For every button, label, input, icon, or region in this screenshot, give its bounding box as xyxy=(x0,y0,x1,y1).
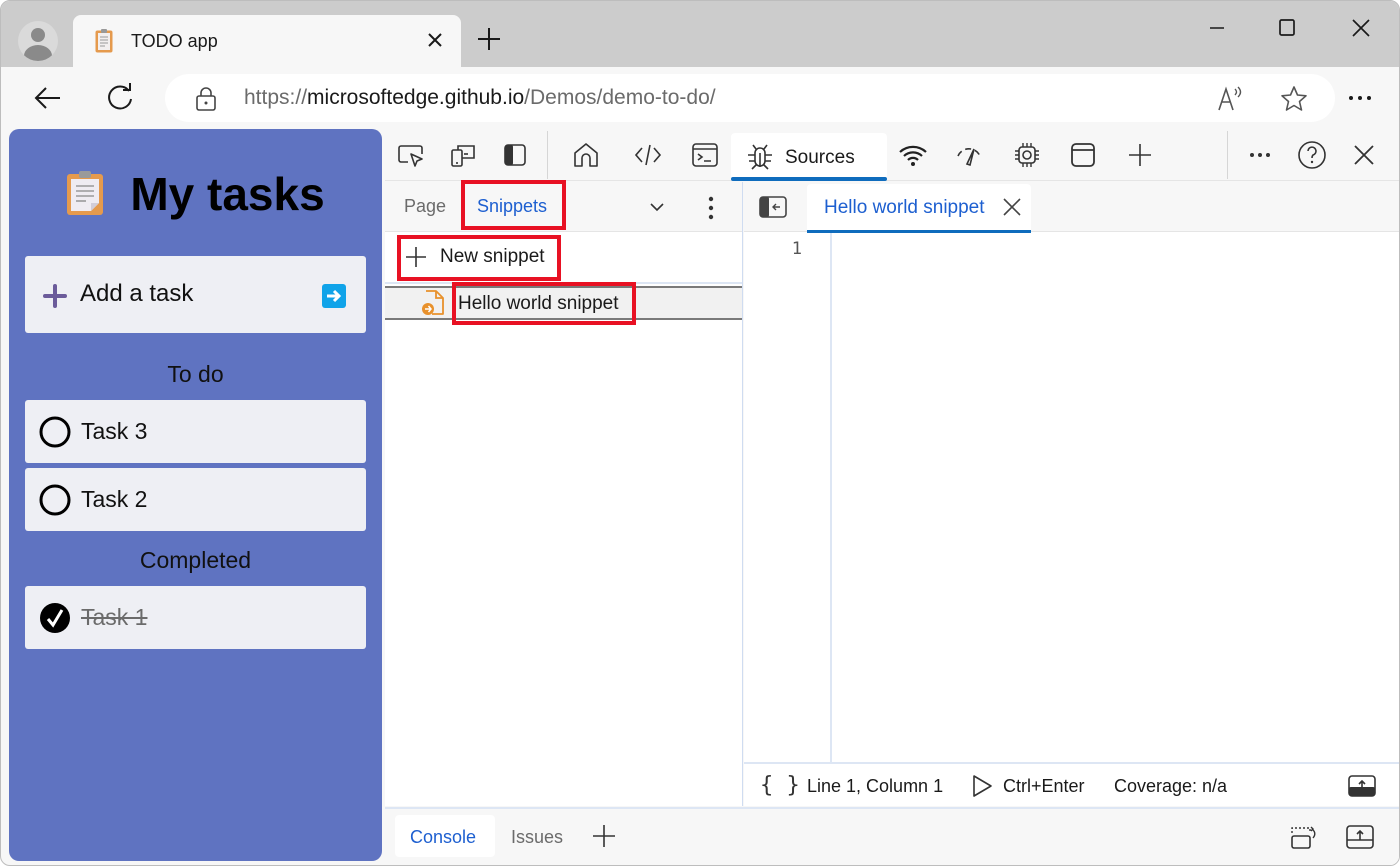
task-item-completed[interactable]: Task 1 xyxy=(25,586,366,649)
minimize-icon[interactable] xyxy=(1197,13,1237,43)
drawer-tab-console[interactable]: Console xyxy=(395,815,495,857)
chevron-down-icon[interactable] xyxy=(645,195,669,219)
memory-chip-icon[interactable] xyxy=(1011,139,1043,171)
toolbar-separator xyxy=(547,131,548,179)
drawer-tab-label: Console xyxy=(410,827,477,847)
cursor-position: Line 1, Column 1 xyxy=(807,776,944,796)
run-shortcut: Ctrl+Enter xyxy=(1003,776,1085,796)
line-number-gutter: 1 xyxy=(744,233,832,762)
task-item[interactable]: Task 3 xyxy=(25,400,366,463)
todo-app: My tasks Add a task To do Task 3 Task 2 … xyxy=(9,129,382,861)
todo-heading: To do xyxy=(167,361,224,387)
new-tab-icon[interactable] xyxy=(473,23,505,55)
read-aloud-icon[interactable] xyxy=(1215,84,1245,114)
maximize-icon[interactable] xyxy=(1267,13,1307,43)
toolbar-separator xyxy=(1227,131,1228,179)
profile-avatar-icon[interactable] xyxy=(18,21,58,61)
tab-snippets[interactable]: Snippets xyxy=(477,196,547,217)
unchecked-circle-icon[interactable] xyxy=(39,484,71,516)
add-task-placeholder: Add a task xyxy=(80,280,194,307)
snippet-item[interactable]: Hello world snippet xyxy=(385,286,742,320)
devtools-panel: Sources Page Snippets New snippet Hello … xyxy=(385,129,1399,865)
line-number: 1 xyxy=(791,239,802,259)
undock-drawer-icon[interactable] xyxy=(1345,823,1375,851)
url-text[interactable]: https://microsoftedge.github.io/Demos/de… xyxy=(244,86,716,110)
editor-status-bar: { } Line 1, Column 1 Ctrl+Enter Coverage… xyxy=(744,762,1399,806)
plus-icon xyxy=(405,246,427,268)
close-tab-icon[interactable] xyxy=(423,27,447,53)
task-label: Task 2 xyxy=(81,486,148,512)
lock-icon[interactable] xyxy=(195,87,217,111)
new-snippet-label: New snippet xyxy=(440,246,545,267)
snippet-name: Hello world snippet xyxy=(458,293,619,314)
active-tab-indicator xyxy=(807,230,1031,233)
clipboard-icon xyxy=(66,170,104,216)
add-task-input[interactable]: Add a task xyxy=(25,256,366,333)
help-icon[interactable] xyxy=(1296,139,1328,171)
task-label: Task 3 xyxy=(81,418,148,444)
unchecked-circle-icon[interactable] xyxy=(39,416,71,448)
code-editor: Hello world snippet 1 { } Line 1, Column… xyxy=(744,182,1399,806)
url-scheme: https:// xyxy=(244,86,308,109)
console-icon[interactable] xyxy=(689,139,721,171)
close-devtools-icon[interactable] xyxy=(1348,139,1380,171)
task-item[interactable]: Task 2 xyxy=(25,468,366,531)
snippet-file-icon xyxy=(421,289,445,317)
run-snippet-play-icon[interactable] xyxy=(970,774,994,798)
elements-code-icon[interactable] xyxy=(632,139,664,171)
app-title: My tasks xyxy=(9,167,382,221)
home-icon[interactable] xyxy=(570,139,602,171)
app-title-text: My tasks xyxy=(130,168,325,220)
inspect-element-icon[interactable] xyxy=(395,139,427,171)
divider xyxy=(385,282,742,284)
tab-sources-label: Sources xyxy=(785,147,855,168)
more-tools-plus-icon[interactable] xyxy=(1124,139,1156,171)
coverage-status: Coverage: n/a xyxy=(1114,776,1228,796)
navigator-tabs: Page Snippets xyxy=(385,182,742,232)
application-window-icon[interactable] xyxy=(1067,139,1099,171)
title-bar: TODO app xyxy=(1,1,1399,67)
browser-tab[interactable]: TODO app xyxy=(73,15,461,67)
tab-sources[interactable]: Sources xyxy=(731,133,887,181)
tab-title: TODO app xyxy=(131,31,218,51)
editor-tab-label: Hello world snippet xyxy=(824,197,985,218)
bug-icon xyxy=(745,141,775,171)
reload-icon[interactable] xyxy=(103,81,137,115)
task-label: Task 1 xyxy=(81,604,148,630)
clipboard-icon xyxy=(95,29,113,53)
editor-tabs: Hello world snippet xyxy=(744,182,1399,233)
url-path: /Demos/demo-to-do/ xyxy=(524,86,716,109)
kebab-menu-icon[interactable] xyxy=(699,194,723,222)
customize-more-icon[interactable] xyxy=(1244,139,1276,171)
add-drawer-tab-plus-icon[interactable] xyxy=(591,823,617,849)
tab-page[interactable]: Page xyxy=(404,196,446,217)
favorite-star-icon[interactable] xyxy=(1279,84,1309,114)
dock-drawer-icon[interactable] xyxy=(1289,823,1319,851)
browser-window: TODO app https://microsoftedge.github.io… xyxy=(0,0,1400,866)
sources-navigator: Page Snippets New snippet Hello world sn… xyxy=(385,182,743,806)
devtools-toolbar: Sources xyxy=(385,129,1399,181)
drawer-tab-label: Issues xyxy=(511,827,564,847)
back-arrow-icon[interactable] xyxy=(31,81,65,115)
pretty-print-braces-icon[interactable]: { } xyxy=(760,773,800,798)
checked-circle-icon[interactable] xyxy=(39,602,71,634)
screencast-icon[interactable] xyxy=(1348,774,1376,798)
editor-tab-hello-world-snippet[interactable]: Hello world snippet xyxy=(807,184,1031,233)
navigation-bar: https://microsoftedge.github.io/Demos/de… xyxy=(1,67,1399,129)
close-window-icon[interactable] xyxy=(1341,13,1381,43)
dock-side-icon[interactable] xyxy=(499,139,531,171)
completed-heading: Completed xyxy=(139,547,252,573)
network-wifi-icon[interactable] xyxy=(897,139,929,171)
url-host: microsoftedge.github.io xyxy=(307,86,525,109)
active-tab-indicator xyxy=(731,177,887,181)
device-emulation-icon[interactable] xyxy=(447,139,479,171)
performance-gauge-icon[interactable] xyxy=(953,139,985,171)
submit-arrow-icon[interactable] xyxy=(322,284,346,308)
close-tab-icon[interactable] xyxy=(1001,196,1023,218)
address-bar[interactable]: https://microsoftedge.github.io/Demos/de… xyxy=(165,74,1335,122)
devtools-drawer: Console Issues xyxy=(385,807,1399,865)
more-options-icon[interactable] xyxy=(1345,83,1375,113)
plus-icon xyxy=(43,284,67,308)
toggle-navigator-icon[interactable] xyxy=(759,195,787,219)
